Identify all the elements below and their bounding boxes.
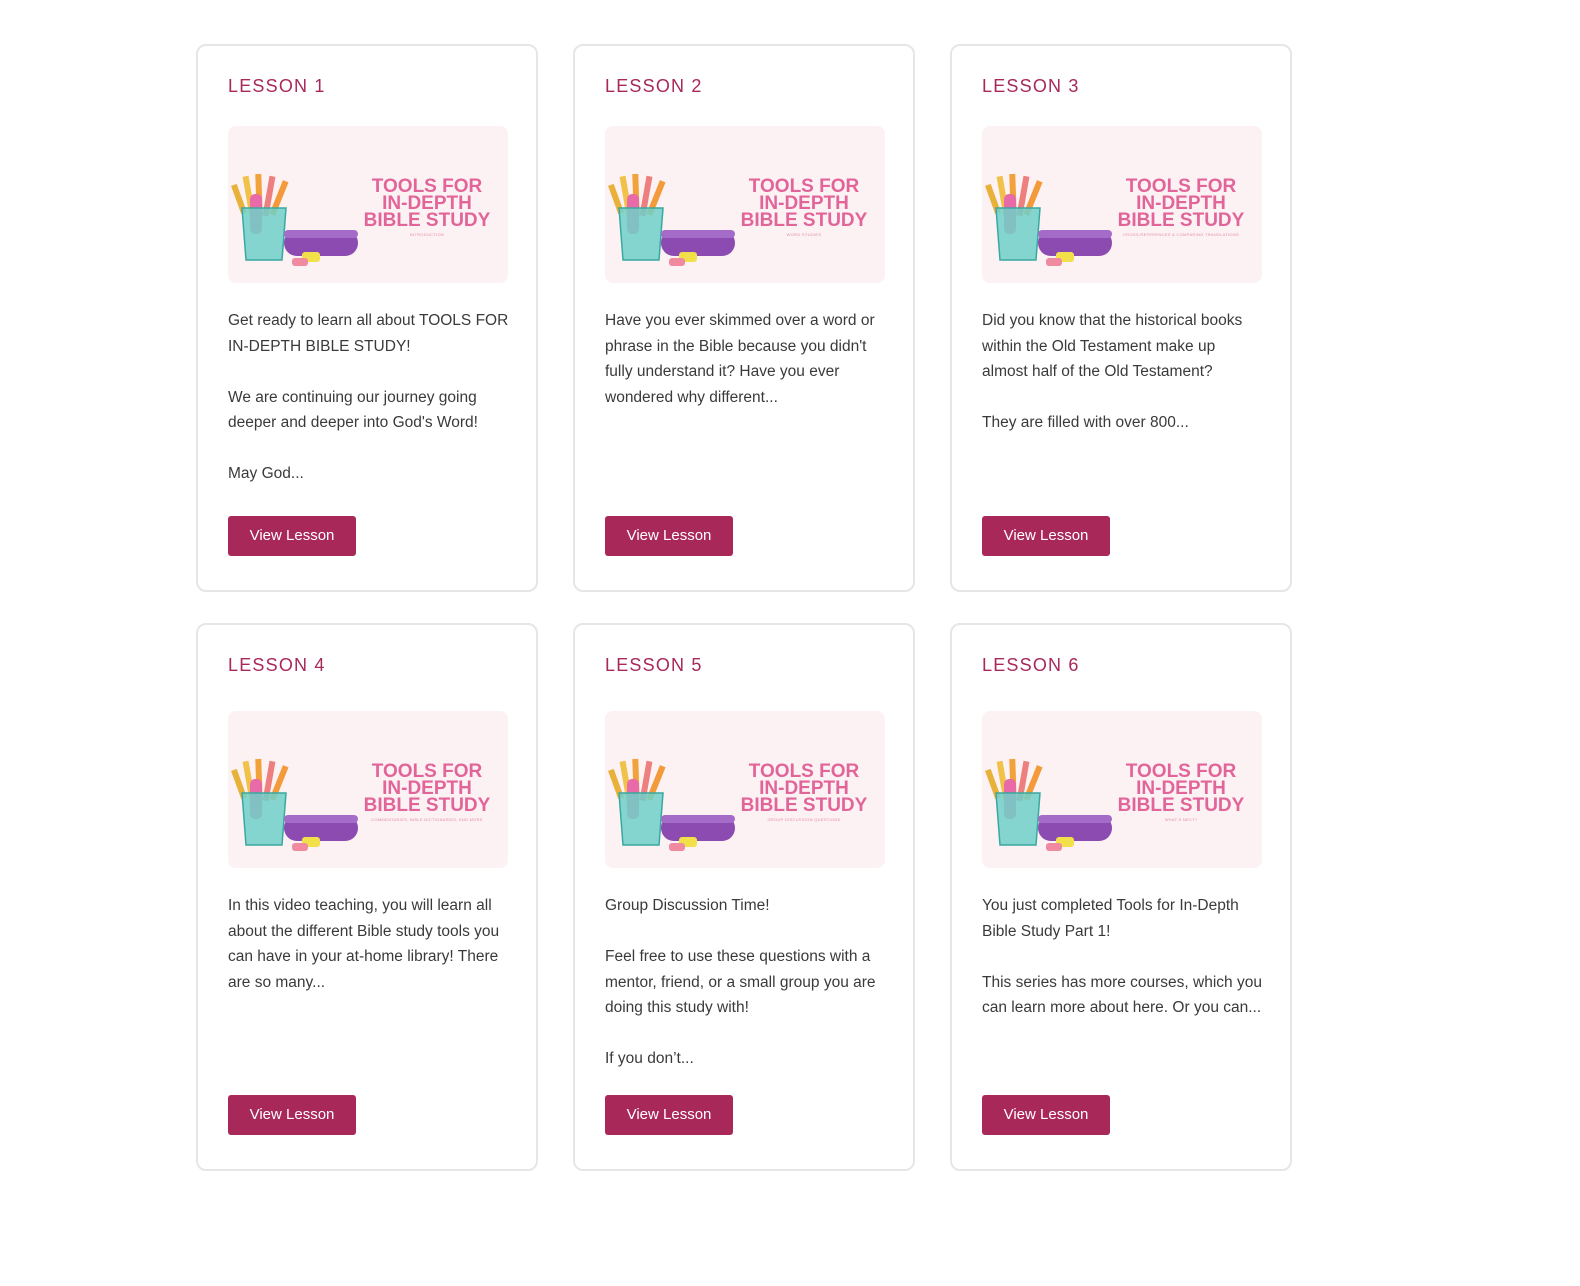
thumbnail-subtitle: GROUP DISCUSSION QUESTIONS <box>767 817 841 822</box>
thumbnail-subtitle: CROSS-REFERENCES & COMPARING TRANSLATION… <box>1123 232 1239 237</box>
lesson-thumbnail[interactable]: TOOLS FOR IN-DEPTH BIBLE STUDY WHAT'S NE… <box>982 711 1262 868</box>
lesson-thumbnail[interactable]: TOOLS FOR IN-DEPTH BIBLE STUDY INTRODUCT… <box>228 126 508 283</box>
thumbnail-title: TOOLS FOR IN-DEPTH BIBLE STUDY <box>740 761 868 816</box>
lesson-description: Did you know that the historical books w… <box>982 312 1243 431</box>
lesson-description: Group Discussion Time! Feel free to use … <box>605 897 876 1067</box>
lesson-card: LESSON 2 TOOLS FOR IN-DEPTH BIBLE STUDY … <box>573 44 915 592</box>
lesson-grid: LESSON 1 TOOLS FOR IN-DEPTH BIBLE STUDY … <box>196 44 1292 1171</box>
lesson-thumbnail[interactable]: TOOLS FOR IN-DEPTH BIBLE STUDY CROSS-REF… <box>982 126 1262 283</box>
thumbnail-subtitle: WHAT'S NEXT? <box>1164 817 1198 822</box>
lesson-card: LESSON 3 TOOLS FOR IN-DEPTH BIBLE STUDY … <box>950 44 1292 592</box>
view-lesson-button[interactable]: View Lesson <box>982 1095 1110 1135</box>
view-lesson-button[interactable]: View Lesson <box>228 1095 356 1135</box>
lesson-title: LESSON 1 <box>228 76 326 96</box>
thumbnail-title: TOOLS FOR IN-DEPTH BIBLE STUDY <box>1117 761 1245 816</box>
thumbnail-title: TOOLS FOR IN-DEPTH BIBLE STUDY <box>363 176 491 231</box>
thumbnail-subtitle: COMMENTARIES, BIBLE DICTIONARIES, AND MO… <box>371 817 483 822</box>
lesson-description: You just completed Tools for In-Depth Bi… <box>982 897 1262 1016</box>
lesson-description: Get ready to learn all about TOOLS FOR I… <box>228 312 509 482</box>
lesson-thumbnail[interactable]: TOOLS FOR IN-DEPTH BIBLE STUDY WORD STUD… <box>605 126 885 283</box>
view-lesson-button[interactable]: View Lesson <box>982 516 1110 556</box>
view-lesson-button[interactable]: View Lesson <box>605 516 733 556</box>
lesson-title: LESSON 5 <box>605 655 703 675</box>
lesson-description: In this video teaching, you will learn a… <box>228 897 500 991</box>
lesson-title: LESSON 6 <box>982 655 1080 675</box>
lesson-thumbnail[interactable]: TOOLS FOR IN-DEPTH BIBLE STUDY COMMENTAR… <box>228 711 508 868</box>
lesson-thumbnail[interactable]: TOOLS FOR IN-DEPTH BIBLE STUDY GROUP DIS… <box>605 711 885 868</box>
pencil-cup-icon <box>985 758 1112 851</box>
lesson-title: LESSON 4 <box>228 655 326 675</box>
lesson-card: LESSON 6 TOOLS FOR IN-DEPTH BIBLE STUDY … <box>950 623 1292 1171</box>
pencil-cup-icon <box>231 173 358 266</box>
thumbnail-subtitle: INTRODUCTION <box>409 232 445 237</box>
pencil-cup-icon <box>985 173 1112 266</box>
view-lesson-button[interactable]: View Lesson <box>605 1095 733 1135</box>
pencil-cup-icon <box>608 758 735 851</box>
lesson-title: LESSON 2 <box>605 76 703 96</box>
thumbnail-title: TOOLS FOR IN-DEPTH BIBLE STUDY <box>740 176 868 231</box>
lesson-card: LESSON 4 TOOLS FOR IN-DEPTH BIBLE STUDY … <box>196 623 538 1171</box>
lesson-card: LESSON 1 TOOLS FOR IN-DEPTH BIBLE STUDY … <box>196 44 538 592</box>
thumbnail-title: TOOLS FOR IN-DEPTH BIBLE STUDY <box>1117 176 1245 231</box>
lesson-card: LESSON 5 TOOLS FOR IN-DEPTH BIBLE STUDY … <box>573 623 915 1171</box>
thumbnail-title: TOOLS FOR IN-DEPTH BIBLE STUDY <box>363 761 491 816</box>
pencil-cup-icon <box>608 173 735 266</box>
lesson-description: Have you ever skimmed over a word or phr… <box>605 312 875 406</box>
view-lesson-button[interactable]: View Lesson <box>228 516 356 556</box>
lesson-title: LESSON 3 <box>982 76 1080 96</box>
pencil-cup-icon <box>231 758 358 851</box>
thumbnail-subtitle: WORD STUDIES <box>786 232 822 237</box>
